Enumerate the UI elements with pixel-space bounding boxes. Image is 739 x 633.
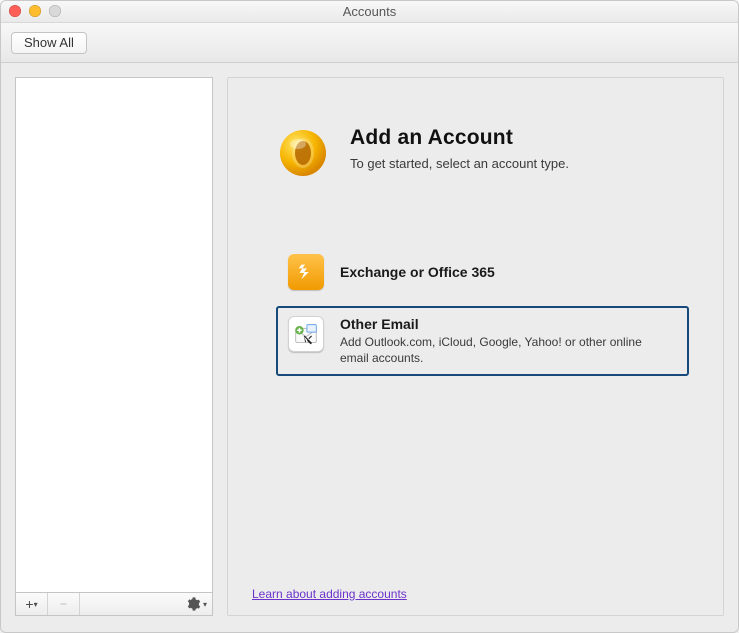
gear-icon xyxy=(185,596,201,612)
option-other-email-text: Other Email Add Outlook.com, iCloud, Goo… xyxy=(340,316,670,366)
option-exchange-text: Exchange or Office 365 xyxy=(340,264,495,280)
accounts-window: Accounts Show All +▾ − ▾ xyxy=(0,0,739,633)
hero-title: Add an Account xyxy=(350,126,569,150)
chevron-down-icon: ▾ xyxy=(34,600,38,609)
accounts-list-toolbar: +▾ − ▾ xyxy=(15,592,213,616)
hero-subtitle: To get started, select an account type. xyxy=(350,156,569,171)
content-area: +▾ − ▾ xyxy=(1,63,738,632)
chevron-down-icon: ▾ xyxy=(203,600,207,609)
option-exchange-title: Exchange or Office 365 xyxy=(340,264,495,280)
plus-icon: + xyxy=(25,596,31,612)
accounts-list[interactable] xyxy=(15,77,213,592)
minimize-window-button[interactable] xyxy=(29,5,41,17)
window-controls xyxy=(9,5,61,17)
zoom-window-button[interactable] xyxy=(49,5,61,17)
account-actions-button[interactable]: ▾ xyxy=(180,593,212,615)
other-email-icon xyxy=(288,316,324,352)
minus-icon: − xyxy=(60,597,67,611)
preferences-toolbar: Show All xyxy=(1,23,738,63)
titlebar: Accounts xyxy=(1,1,738,23)
option-other-email-desc: Add Outlook.com, iCloud, Google, Yahoo! … xyxy=(340,334,670,366)
add-account-button[interactable]: +▾ xyxy=(16,593,48,615)
window-title: Accounts xyxy=(343,4,396,19)
learn-link-label: Learn about adding accounts xyxy=(252,587,407,601)
close-window-button[interactable] xyxy=(9,5,21,17)
option-exchange[interactable]: Exchange or Office 365 xyxy=(276,244,689,300)
option-other-email-title: Other Email xyxy=(340,316,670,332)
learn-about-adding-accounts-link[interactable]: Learn about adding accounts xyxy=(252,587,407,601)
accounts-sidebar: +▾ − ▾ xyxy=(15,77,213,616)
main-panel: Add an Account To get started, select an… xyxy=(227,77,724,616)
hero-text: Add an Account To get started, select an… xyxy=(350,126,569,171)
option-other-email[interactable]: Other Email Add Outlook.com, iCloud, Goo… xyxy=(276,306,689,376)
exchange-icon xyxy=(288,254,324,290)
show-all-button[interactable]: Show All xyxy=(11,32,87,54)
hero-section: Add an Account To get started, select an… xyxy=(276,126,699,180)
show-all-label: Show All xyxy=(24,35,74,50)
remove-account-button[interactable]: − xyxy=(48,593,80,615)
outlook-logo-icon xyxy=(276,126,330,180)
